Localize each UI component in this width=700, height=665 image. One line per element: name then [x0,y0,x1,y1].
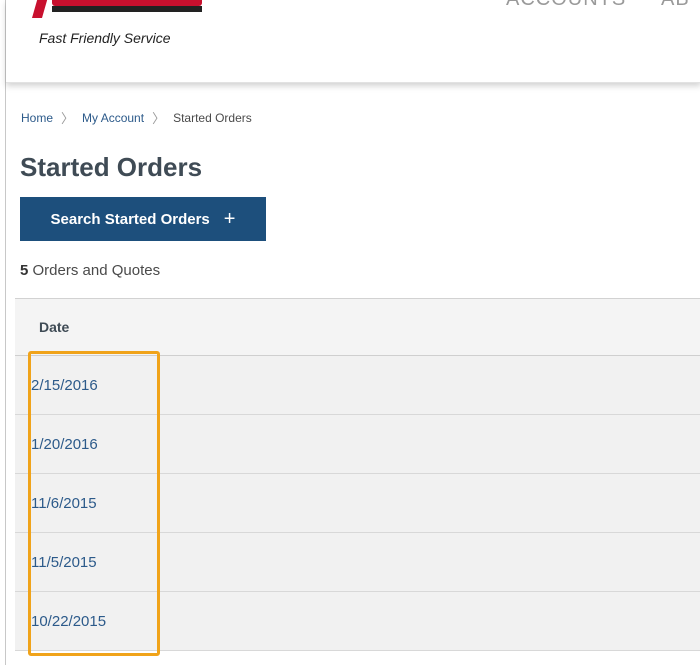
search-button-label: Search Started Orders [50,210,210,228]
results-count-label: Orders and Quotes [32,262,161,279]
order-date-link[interactable]: 10/22/2015 [31,613,106,630]
company-logo[interactable] [28,0,203,18]
table-row: 10/22/2015 [15,591,700,651]
site-header: Fast Friendly Service ACCOUNTS AB [6,0,700,83]
table-cell-date: 11/6/2015 [15,473,700,533]
results-count: 5 Orders and Quotes [20,262,160,279]
search-started-orders-button[interactable]: Search Started Orders + [20,197,266,241]
browser-frame: Fast Friendly Service ACCOUNTS AB Home 〉… [5,0,700,665]
table-row: 11/5/2015 [15,532,700,592]
table-row: 2/15/2016 [15,355,700,415]
table-header-row: Date [15,298,700,356]
orders-table: Date 2/15/2016 1/20/2016 11/6/2015 11/5/… [15,298,700,651]
order-date-link[interactable]: 1/20/2016 [31,436,98,453]
column-header-date[interactable]: Date [15,298,700,356]
table-cell-date: 2/15/2016 [15,355,700,415]
breadcrumb-my-account[interactable]: My Account [82,111,144,125]
table-row: 11/6/2015 [15,473,700,533]
table-cell-date: 1/20/2016 [15,414,700,474]
plus-icon: + [223,208,236,230]
nav-item-partial[interactable]: AB [661,0,690,11]
chevron-right-icon: 〉 [61,111,75,126]
nav-item-accounts[interactable]: ACCOUNTS [506,0,626,11]
logo-tagline: Fast Friendly Service [39,30,171,46]
chevron-right-icon: 〉 [152,111,166,126]
page-title: Started Orders [20,152,203,182]
order-date-link[interactable]: 11/6/2015 [31,495,97,512]
breadcrumb-home[interactable]: Home [21,111,53,125]
order-date-link[interactable]: 2/15/2016 [31,377,98,394]
breadcrumb: Home 〉 My Account 〉 Started Orders [21,108,252,127]
results-count-number: 5 [20,262,29,279]
breadcrumb-current: Started Orders [173,110,252,125]
table-row: 1/20/2016 [15,414,700,474]
table-cell-date: 10/22/2015 [15,591,700,651]
order-date-link[interactable]: 11/5/2015 [31,554,97,571]
table-cell-date: 11/5/2015 [15,532,700,592]
